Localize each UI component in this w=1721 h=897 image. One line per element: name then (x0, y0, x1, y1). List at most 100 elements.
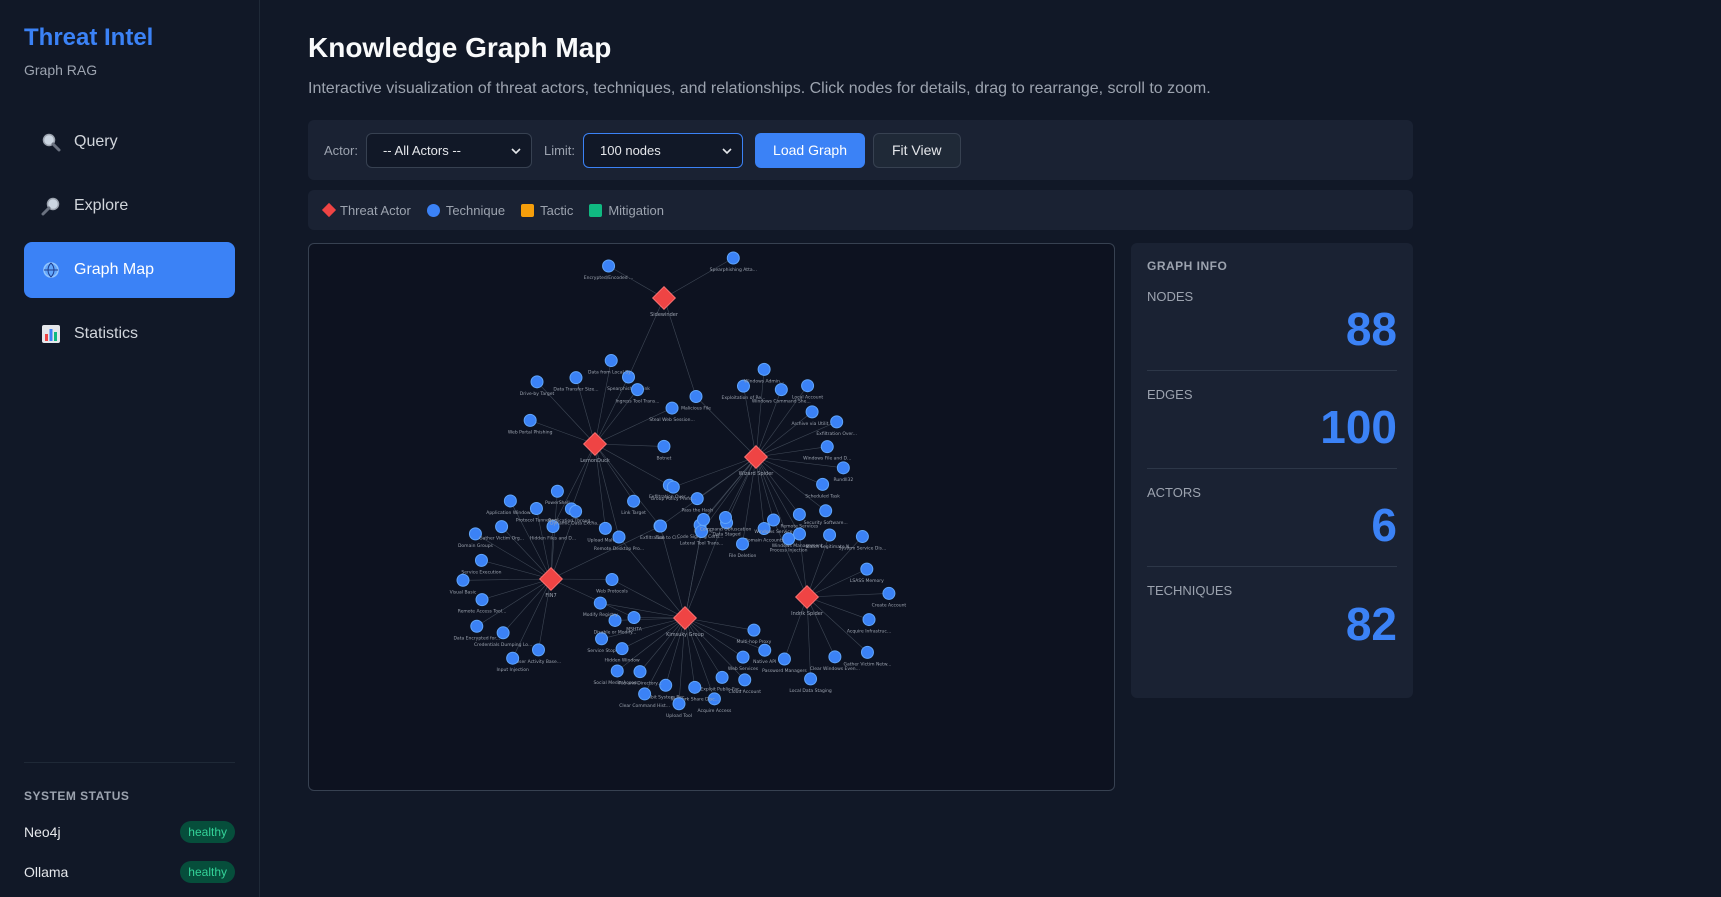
technique-node-circle[interactable] (456, 573, 470, 587)
actor-node[interactable]: LemonDuck (580, 431, 610, 464)
technique-node-circle[interactable] (860, 645, 874, 659)
technique-node-circle[interactable] (777, 652, 791, 666)
technique-node[interactable]: Web Protocols (596, 573, 629, 595)
technique-node-circle[interactable] (793, 527, 806, 541)
technique-node[interactable]: Exploit Public-Fac... (700, 670, 744, 692)
technique-node-circle[interactable] (715, 670, 729, 684)
technique-node-circle[interactable] (816, 477, 830, 491)
technique-node[interactable]: Exfiltration to Cl... (640, 519, 681, 541)
actor-node-diamond[interactable] (794, 584, 820, 610)
technique-node-circle[interactable] (665, 401, 679, 415)
technique-node-circle[interactable] (569, 504, 583, 518)
technique-node-circle[interactable] (530, 375, 544, 389)
technique-node-circle[interactable] (801, 379, 815, 393)
technique-node[interactable]: Drive-by Target (520, 375, 555, 397)
actor-node-diamond[interactable] (538, 566, 564, 592)
technique-node-circle[interactable] (550, 484, 564, 498)
technique-node[interactable]: Data from Local Sy... (588, 354, 634, 376)
technique-node-circle[interactable] (688, 680, 702, 694)
technique-node-circle[interactable] (774, 383, 788, 397)
technique-node-circle[interactable] (593, 596, 607, 610)
technique-node[interactable]: Encrypted/Encoded ... (584, 259, 634, 281)
technique-node-circle[interactable] (605, 573, 619, 586)
technique-node[interactable]: Acquire Access (698, 692, 732, 714)
technique-node-circle[interactable] (804, 672, 818, 686)
technique-node[interactable]: Local Account (792, 379, 823, 401)
technique-node[interactable]: Create Account (872, 586, 907, 608)
technique-node-circle[interactable] (503, 494, 517, 508)
actor-select[interactable]: -- All Actors -- (365, 132, 532, 168)
technique-node[interactable]: Local Data Staging (789, 672, 832, 694)
technique-node-circle[interactable] (531, 643, 545, 657)
technique-node-circle[interactable] (747, 623, 761, 637)
sidebar-item-explore[interactable]: Explore (24, 178, 235, 234)
technique-node[interactable]: Malicious File (681, 390, 711, 412)
fit-view-button[interactable]: Fit View (872, 132, 961, 168)
technique-node-circle[interactable] (470, 619, 484, 633)
technique-node[interactable]: Windows Admin... (744, 362, 784, 384)
technique-node-circle[interactable] (882, 586, 896, 600)
technique-node-circle[interactable] (719, 511, 732, 524)
limit-select[interactable]: 100 nodes (583, 132, 744, 168)
technique-node[interactable]: Remote Services (780, 507, 819, 529)
technique-node-circle[interactable] (602, 259, 616, 273)
technique-node[interactable]: Security Software... (804, 504, 848, 526)
technique-node[interactable]: Botnet (656, 439, 672, 461)
technique-node-circle[interactable] (475, 593, 489, 607)
technique-node[interactable]: Service Execution (461, 553, 502, 575)
technique-node-circle[interactable] (819, 504, 833, 518)
technique-node-circle[interactable] (657, 439, 671, 453)
technique-node-circle[interactable] (792, 507, 806, 521)
technique-node-circle[interactable] (654, 519, 667, 533)
technique-node[interactable]: LSASS Memory (850, 562, 884, 584)
technique-node-circle[interactable] (836, 461, 850, 475)
technique-node-circle[interactable] (823, 528, 837, 542)
technique-node[interactable]: Native API (753, 643, 776, 665)
technique-node[interactable]: Archive via Utilit... (791, 405, 833, 427)
technique-node[interactable]: Service Stop (587, 632, 616, 654)
technique-node[interactable]: Multi-hop Proxy (737, 623, 772, 645)
technique-node-circle[interactable] (627, 611, 641, 624)
technique-node-circle[interactable] (630, 383, 644, 397)
actor-node-diamond[interactable] (651, 285, 677, 311)
technique-node-circle[interactable] (604, 354, 618, 368)
technique-node-circle[interactable] (529, 501, 543, 515)
technique-node-circle[interactable] (758, 643, 772, 657)
technique-node-circle[interactable] (757, 362, 771, 376)
technique-node-circle[interactable] (805, 405, 819, 419)
technique-node-circle[interactable] (689, 390, 703, 403)
technique-node[interactable]: Acquire Infrastruc... (847, 613, 891, 635)
technique-node-circle[interactable] (726, 251, 740, 265)
technique-node-circle[interactable] (736, 650, 750, 664)
technique-node-circle[interactable] (569, 371, 583, 385)
technique-node-circle[interactable] (666, 480, 680, 494)
technique-node[interactable]: Windows File and D... (803, 440, 851, 462)
technique-node[interactable]: MSHTA (626, 611, 643, 633)
technique-node[interactable]: System Service Dis... (839, 530, 887, 552)
technique-node-circle[interactable] (638, 687, 652, 701)
technique-node[interactable]: Remote Access Tool... (458, 593, 507, 615)
actor-node[interactable]: Kimsuky Group (666, 605, 704, 638)
technique-node[interactable]: Gather Victim Org... (479, 520, 524, 542)
technique-node[interactable]: Social Media Accou... (593, 664, 641, 686)
technique-node-circle[interactable] (610, 664, 624, 678)
technique-node-circle[interactable] (474, 553, 488, 567)
graph-svg[interactable]: Encrypted/Encoded ... Spearphishing Atta.… (309, 244, 1115, 791)
technique-node-circle[interactable] (767, 513, 780, 527)
sidebar-item-query[interactable]: Query (24, 114, 235, 170)
technique-node-circle[interactable] (627, 494, 641, 508)
actor-node[interactable]: Sidewinder (650, 285, 679, 318)
technique-node[interactable]: Data Encrypted for... (453, 619, 500, 641)
technique-node[interactable]: Clear Windows Even... (810, 650, 860, 672)
technique-node-circle[interactable] (738, 673, 752, 687)
technique-node-circle[interactable] (820, 440, 834, 454)
sidebar-item-statistics[interactable]: Statistics (24, 306, 235, 362)
technique-node[interactable]: Visual Basic (450, 573, 477, 595)
technique-node-circle[interactable] (830, 415, 844, 429)
knowledge-graph-canvas[interactable]: Encrypted/Encoded ... Spearphishing Atta.… (308, 243, 1115, 791)
technique-node-circle[interactable] (506, 651, 520, 665)
technique-node[interactable]: Steal Web Session... (649, 401, 695, 423)
technique-node-circle[interactable] (736, 537, 750, 551)
technique-node-circle[interactable] (697, 513, 710, 526)
technique-node[interactable]: Link Target (621, 494, 646, 516)
